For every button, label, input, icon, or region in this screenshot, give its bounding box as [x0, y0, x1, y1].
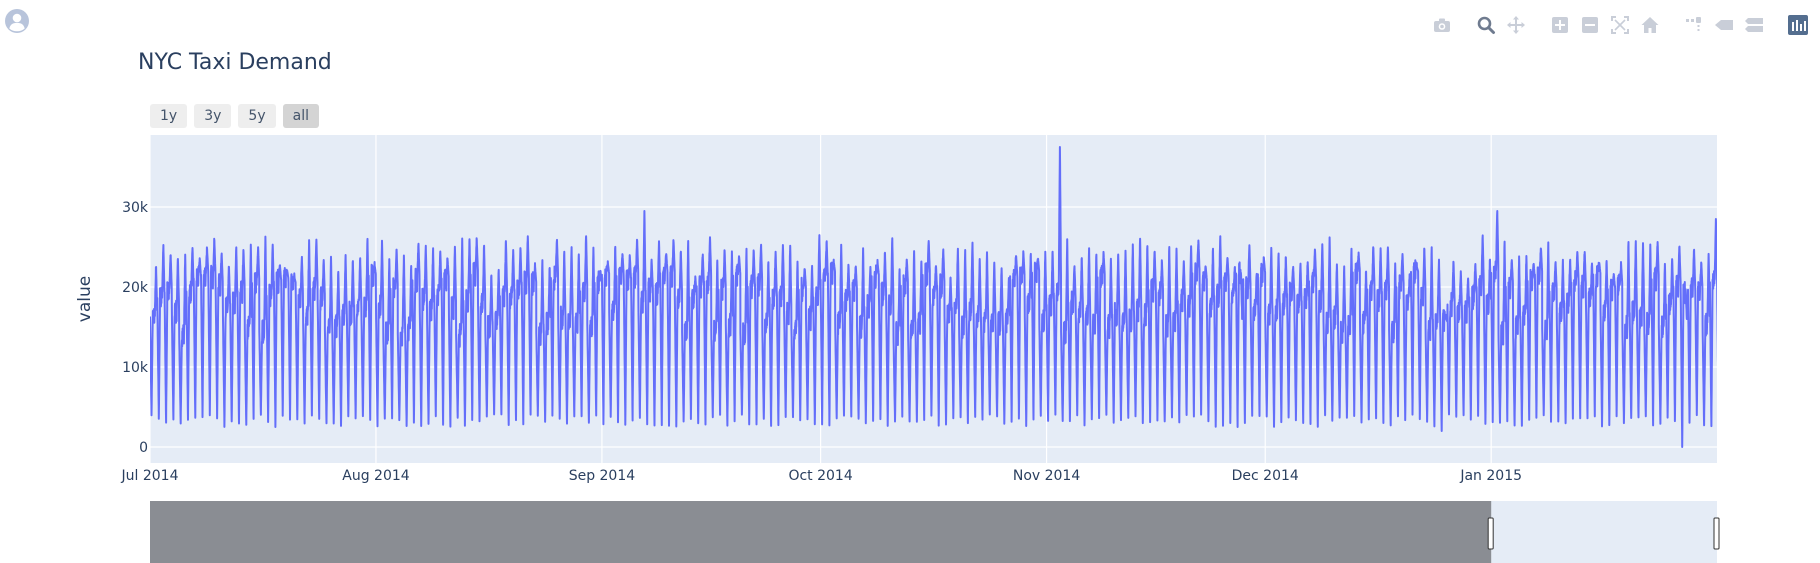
y-tick-label: 30k	[122, 200, 149, 216]
x-tick-label: Dec 2014	[1232, 468, 1299, 484]
y-tick-label: 0	[139, 440, 148, 456]
x-tick-label: Nov 2014	[1013, 468, 1080, 484]
chart-svg: Jul 2014 Aug 2014 Sep 2014 Oct 2014 Nov 2014…	[75, 135, 1720, 563]
y-tick-label: 10k	[122, 360, 149, 376]
y-tick-label: 20k	[122, 280, 149, 296]
x-tick-label: Jan 2015	[1459, 468, 1522, 484]
x-tick-label: Sep 2014	[569, 468, 636, 484]
y-axis-title: value	[75, 276, 95, 322]
rangeslider-mask	[150, 501, 1492, 563]
x-tick-label: Jul 2014	[121, 468, 179, 484]
plot-container: NYC Taxi Demand 1y 3y 5y all Jul 2014 Aug 20…	[0, 0, 1820, 563]
x-tick-label: Oct 2014	[788, 468, 852, 484]
x-tick-label: Aug 2014	[342, 468, 410, 484]
rangeslider-left-handle[interactable]	[1487, 517, 1494, 550]
rangeslider-right-handle[interactable]	[1713, 517, 1720, 550]
